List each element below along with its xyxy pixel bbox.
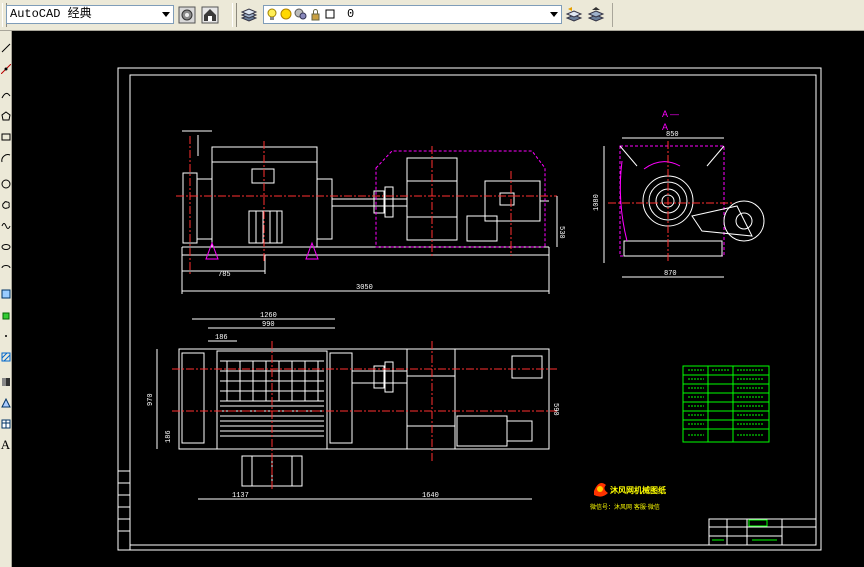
- circle-icon[interactable]: [0, 175, 11, 193]
- hatch-icon[interactable]: [0, 348, 11, 366]
- polygon-icon[interactable]: [0, 107, 11, 125]
- plan-view: 1260 990 186 970 186 590 1137 1640: [147, 312, 559, 500]
- top-toolbar: AutoCAD 经典 0: [0, 0, 864, 31]
- chevron-down-icon[interactable]: [158, 6, 173, 23]
- lock-icon: [311, 9, 320, 21]
- dim-186-left: 186: [165, 430, 173, 443]
- dim-785: 785: [218, 271, 231, 279]
- dim-850: 850: [666, 131, 679, 139]
- multiline-text-icon[interactable]: A: [0, 436, 11, 454]
- toolbar-divider: [612, 3, 613, 27]
- gradient-icon[interactable]: [0, 373, 11, 391]
- dim-1260: 1260: [260, 312, 277, 320]
- watermark-logo-subtext: 微信号：沐风网 客服·微信: [590, 503, 660, 511]
- dim-870: 870: [664, 270, 677, 278]
- construction-line-icon[interactable]: [0, 60, 11, 78]
- dim-1640: 1640: [422, 492, 439, 500]
- dim-970: 970: [147, 393, 155, 406]
- workspace-combo-value: AutoCAD 经典: [10, 7, 92, 21]
- sun-icon: [280, 8, 292, 20]
- side-elevation-view: 785 3050 530: [176, 130, 565, 294]
- lightbulb-icon: [267, 8, 277, 20]
- section-label-a-top: A —: [662, 109, 679, 119]
- parameter-table: [682, 365, 770, 443]
- table-icon[interactable]: [0, 415, 11, 433]
- arc-icon[interactable]: [0, 149, 11, 167]
- dim-3050: 3050: [356, 284, 373, 292]
- dim-1137: 1137: [232, 492, 249, 500]
- layer-combo[interactable]: 0: [263, 5, 562, 24]
- make-block-icon[interactable]: [0, 306, 11, 324]
- toolbar-grip-2[interactable]: [232, 3, 237, 27]
- workspace-settings-icon[interactable]: [177, 5, 197, 25]
- color-square-icon: [325, 9, 335, 19]
- revision-strip: [117, 470, 131, 551]
- ellipse-icon[interactable]: [0, 238, 11, 256]
- drawing-svg: 785 3050 530 A — A 850 1080 870 1260 990…: [117, 67, 822, 551]
- ellipse-arc-icon[interactable]: [0, 259, 11, 277]
- end-section-view: A — A 850 1080 870: [593, 109, 765, 278]
- dim-186: 186: [215, 334, 228, 342]
- point-icon[interactable]: [0, 327, 11, 345]
- drawing-border-inner: [129, 74, 817, 546]
- region-icon[interactable]: [0, 394, 11, 412]
- freeze-icon: [294, 8, 307, 20]
- drawing-border-outer: [117, 67, 822, 551]
- draw-toolbar: A: [0, 31, 12, 567]
- revision-cloud-icon[interactable]: [0, 196, 11, 214]
- layer-previous-icon[interactable]: [564, 5, 584, 25]
- workspace-combo[interactable]: AutoCAD 经典: [6, 5, 174, 24]
- watermark-logo-text: 沐风网机械图纸: [610, 485, 666, 495]
- model-space-canvas[interactable]: 785 3050 530 A — A 850 1080 870 1260 990…: [12, 31, 864, 567]
- rectangle-icon[interactable]: [0, 128, 11, 146]
- watermark-logo: 沐风网机械图纸 微信号：沐风网 客服·微信: [590, 483, 666, 511]
- layer-manager-icon[interactable]: [239, 5, 259, 25]
- layer-combo-value: 0: [347, 7, 355, 21]
- insert-block-icon[interactable]: [0, 285, 11, 303]
- dim-590: 590: [551, 403, 559, 416]
- chevron-down-icon[interactable]: [546, 6, 561, 23]
- polyline-icon[interactable]: [0, 86, 11, 104]
- spline-icon[interactable]: [0, 217, 11, 235]
- dim-1080: 1080: [593, 194, 601, 211]
- line-icon[interactable]: [0, 39, 11, 57]
- layer-state-icons: [267, 8, 335, 21]
- layer-states-icon[interactable]: [586, 5, 606, 25]
- title-block: [708, 518, 817, 546]
- workspace-home-icon[interactable]: [200, 5, 220, 25]
- dim-990: 990: [262, 321, 275, 329]
- dim-530: 530: [557, 226, 565, 239]
